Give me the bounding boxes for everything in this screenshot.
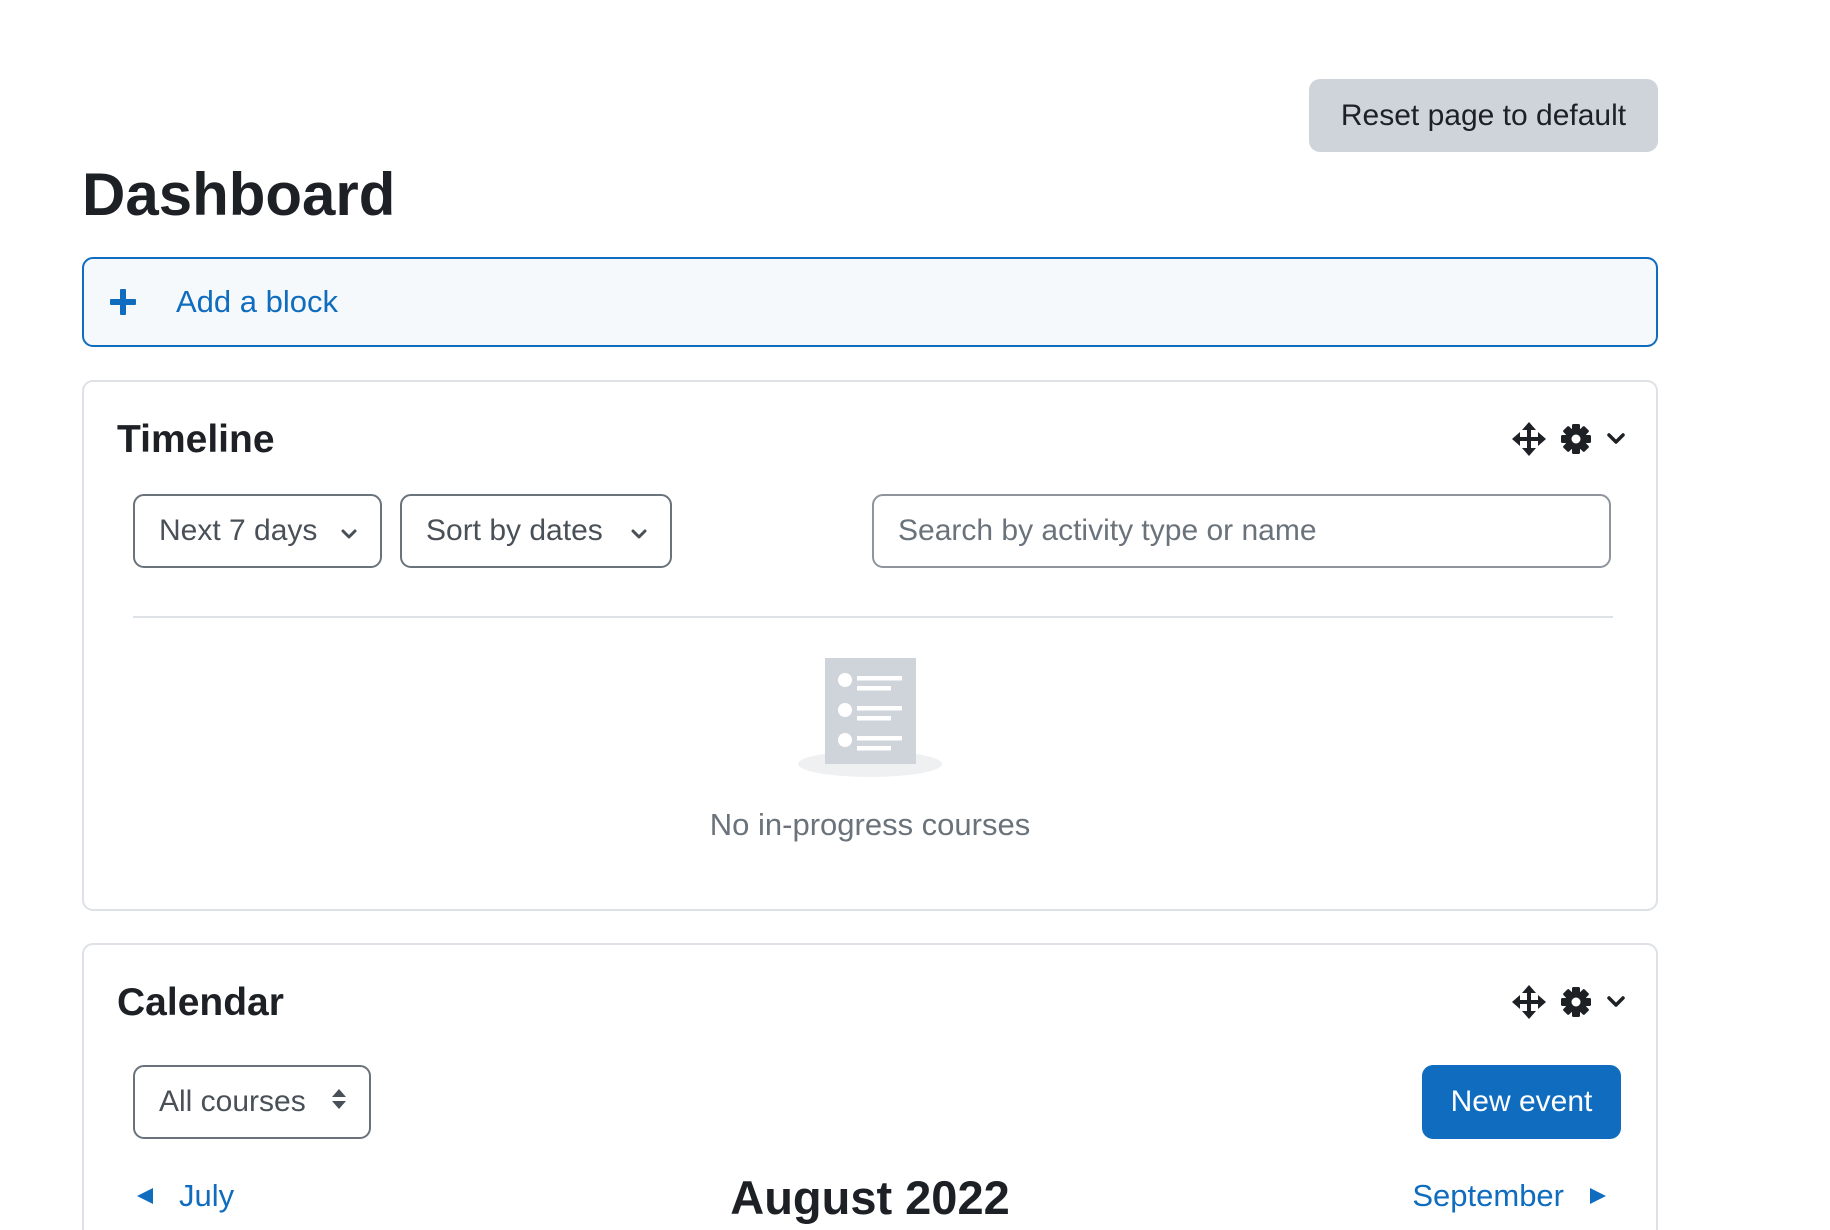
empty-list-illustration [798, 658, 942, 785]
timeline-block-controls [1512, 422, 1626, 456]
page-title: Dashboard [82, 161, 396, 228]
gear-icon[interactable] [1560, 986, 1592, 1018]
gear-icon[interactable] [1560, 423, 1592, 455]
chevron-down-icon[interactable] [1606, 432, 1626, 446]
next-month-link[interactable]: September [1412, 1178, 1608, 1214]
add-block-button[interactable]: Add a block [82, 257, 1658, 347]
move-icon[interactable] [1512, 985, 1546, 1019]
calendar-block: Calendar All courses New event July Augu… [82, 943, 1658, 1230]
timeline-block: Timeline Next 7 days Sort by dates Searc… [82, 380, 1658, 911]
empty-state-message: No in-progress courses [709, 807, 1031, 842]
arrow-right-icon [1588, 1178, 1608, 1214]
dashboard-page: Reset page to default Dashboard Add a bl… [0, 0, 1830, 1230]
calendar-title: Calendar [117, 981, 284, 1024]
move-icon[interactable] [1512, 422, 1546, 456]
calendar-course-label: All courses [159, 1085, 306, 1118]
calendar-course-select[interactable]: All courses [133, 1065, 371, 1139]
sort-updown-icon [331, 1085, 347, 1119]
next-month-label: September [1412, 1178, 1564, 1213]
timeline-search-input[interactable] [872, 494, 1611, 568]
add-block-label: Add a block [176, 284, 338, 319]
timeline-title: Timeline [117, 418, 275, 461]
calendar-block-controls [1512, 985, 1626, 1019]
chevron-down-icon [340, 514, 358, 548]
timeline-sort-select[interactable]: Sort by dates [400, 494, 672, 568]
chevron-down-icon [630, 514, 648, 548]
timeline-divider [133, 616, 1613, 618]
reset-page-button[interactable]: Reset page to default [1309, 79, 1658, 152]
month-navigation: July August 2022 September [84, 1170, 1656, 1226]
chevron-down-icon[interactable] [1606, 995, 1626, 1009]
plus-icon [110, 289, 136, 315]
timeline-sort-label: Sort by dates [426, 514, 603, 547]
timeline-day-filter[interactable]: Next 7 days [133, 494, 382, 568]
timeline-day-filter-label: Next 7 days [159, 514, 318, 547]
new-event-button[interactable]: New event [1422, 1065, 1621, 1139]
